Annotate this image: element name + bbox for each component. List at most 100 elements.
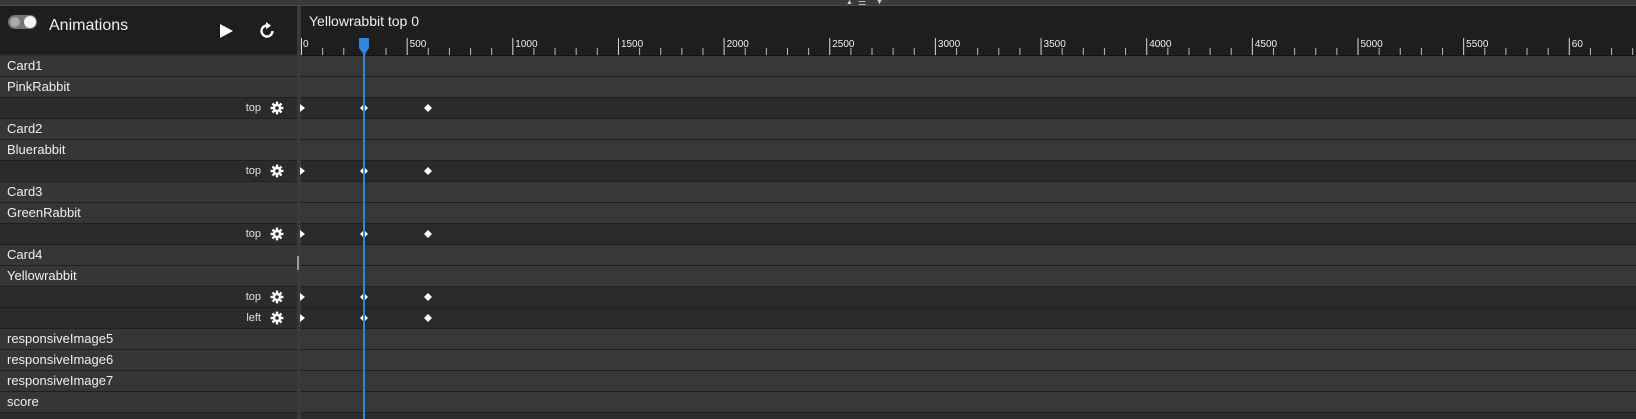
- keyframe-marker[interactable]: [423, 167, 432, 175]
- keyframe-marker[interactable]: [360, 167, 369, 175]
- property-label: left: [246, 312, 261, 324]
- property-label: top: [245, 102, 261, 114]
- element-label: Card1: [7, 58, 43, 73]
- property-label: top: [245, 291, 261, 303]
- element-row[interactable]: GreenRabbit: [0, 203, 297, 224]
- element-label: Bluerabbit: [7, 142, 66, 157]
- element-row[interactable]: responsiveImage6: [0, 350, 297, 371]
- element-row[interactable]: Card2: [0, 119, 297, 140]
- property-track[interactable]: [300, 308, 1636, 329]
- keyframe-marker[interactable]: [423, 314, 432, 322]
- element-label: responsiveImage6: [7, 352, 114, 367]
- ruler-label: 4500: [1254, 39, 1278, 50]
- toggle-switch[interactable]: [8, 15, 37, 29]
- element-label: PinkRabbit: [7, 79, 70, 94]
- element-label: Card4: [7, 247, 43, 262]
- property-row[interactable]: top: [0, 287, 297, 308]
- element-label: GreenRabbit: [7, 205, 81, 220]
- keyframe-start-marker[interactable]: [300, 314, 306, 322]
- keyframe-marker[interactable]: [360, 293, 369, 301]
- gear-icon[interactable]: [270, 101, 284, 115]
- keyframe-marker[interactable]: [423, 293, 432, 301]
- property-label: top: [245, 165, 261, 177]
- refresh-icon[interactable]: [258, 22, 276, 40]
- ruler-label: 60: [1571, 39, 1583, 50]
- element-track[interactable]: [301, 203, 1636, 224]
- element-row[interactable]: Card1: [0, 56, 297, 77]
- animations-panel: Animations Card1 PinkRabbit top Card2 Bluera…: [0, 6, 297, 419]
- element-row[interactable]: score: [0, 392, 297, 413]
- element-track[interactable]: [301, 119, 1636, 140]
- element-label: responsiveImage7: [7, 373, 114, 388]
- element-label: Yellowrabbit: [7, 268, 77, 283]
- keyframe-marker[interactable]: [423, 230, 432, 238]
- timeline-panel: Yellowrabbit top 0 0 500 1000 1500 2000 2500 3…: [300, 6, 1636, 419]
- ruler-label: 4000: [1149, 39, 1172, 50]
- keyframe-start-marker[interactable]: [300, 230, 306, 238]
- keyframe-start-marker[interactable]: [300, 293, 306, 301]
- ruler-label: 1000: [515, 39, 538, 50]
- keyframe-start-marker[interactable]: [300, 167, 306, 175]
- property-row[interactable]: left: [0, 308, 297, 329]
- element-row[interactable]: Yellowrabbit: [0, 266, 297, 287]
- element-track[interactable]: [301, 77, 1636, 98]
- element-track[interactable]: [301, 140, 1636, 161]
- element-row[interactable]: responsiveImage5: [0, 329, 297, 350]
- toggle-knob-shadow: [10, 17, 20, 27]
- ruler-label: 1500: [620, 39, 644, 50]
- timeline-header: Yellowrabbit top 0: [301, 6, 1636, 36]
- element-row[interactable]: responsiveImage7: [0, 371, 297, 392]
- element-row[interactable]: Bluerabbit: [0, 140, 297, 161]
- element-track[interactable]: [301, 56, 1636, 77]
- element-track[interactable]: [301, 266, 1636, 287]
- element-list: Card1 PinkRabbit top Card2 Bluerabbit top Card…: [0, 56, 297, 413]
- play-icon[interactable]: [218, 23, 234, 39]
- drag-handle-icon[interactable]: ☰: [858, 0, 866, 7]
- element-track[interactable]: [301, 371, 1636, 392]
- property-track[interactable]: [300, 224, 1636, 245]
- element-track[interactable]: [301, 350, 1636, 371]
- ruler-label: 5500: [1466, 39, 1489, 50]
- property-row[interactable]: top: [0, 224, 297, 245]
- ruler-label: 0: [303, 39, 309, 50]
- panel-title: Animations: [49, 17, 129, 34]
- property-track[interactable]: [300, 98, 1636, 119]
- element-track[interactable]: [301, 329, 1636, 350]
- ruler-label: 500: [409, 39, 427, 50]
- element-track[interactable]: [301, 182, 1636, 203]
- timeline-title: Yellowrabbit top 0: [309, 13, 420, 29]
- gear-icon[interactable]: [270, 290, 284, 304]
- ruler-label: 2000: [726, 39, 749, 50]
- keyframe-marker[interactable]: [360, 314, 369, 322]
- keyframe-start-marker[interactable]: [300, 104, 306, 112]
- element-label: score: [7, 394, 39, 409]
- ruler-label: 2500: [832, 39, 855, 50]
- element-label: Card2: [7, 121, 43, 136]
- element-label: Card3: [7, 184, 43, 199]
- animations-header: Animations: [0, 6, 297, 54]
- property-row[interactable]: top: [0, 161, 297, 182]
- toggle-knob: [24, 16, 36, 28]
- ruler-ticks: [301, 38, 1634, 55]
- property-track[interactable]: [300, 161, 1636, 182]
- property-track[interactable]: [300, 287, 1636, 308]
- divider-handle[interactable]: [297, 256, 299, 270]
- ruler-label: 3500: [1043, 39, 1066, 50]
- keyframe-marker[interactable]: [423, 104, 432, 112]
- keyframe-marker[interactable]: [360, 230, 369, 238]
- element-track[interactable]: [301, 392, 1636, 413]
- element-track[interactable]: [301, 245, 1636, 266]
- element-row[interactable]: Card3: [0, 182, 297, 203]
- element-row[interactable]: Card4: [0, 245, 297, 266]
- element-row[interactable]: PinkRabbit: [0, 77, 297, 98]
- keyframe-marker[interactable]: [360, 104, 369, 112]
- gear-icon[interactable]: [270, 311, 284, 325]
- timeline-tracks: [300, 56, 1636, 413]
- ruler-label: 5000: [1360, 39, 1383, 50]
- gear-icon[interactable]: [270, 227, 284, 241]
- property-label: top: [245, 228, 261, 240]
- gear-icon[interactable]: [270, 164, 284, 178]
- property-row[interactable]: top: [0, 98, 297, 119]
- time-ruler[interactable]: 0 500 1000 1500 2000 2500 3000 3500 4000 4500 5000…: [301, 36, 1636, 56]
- ruler-label: 3000: [937, 39, 961, 50]
